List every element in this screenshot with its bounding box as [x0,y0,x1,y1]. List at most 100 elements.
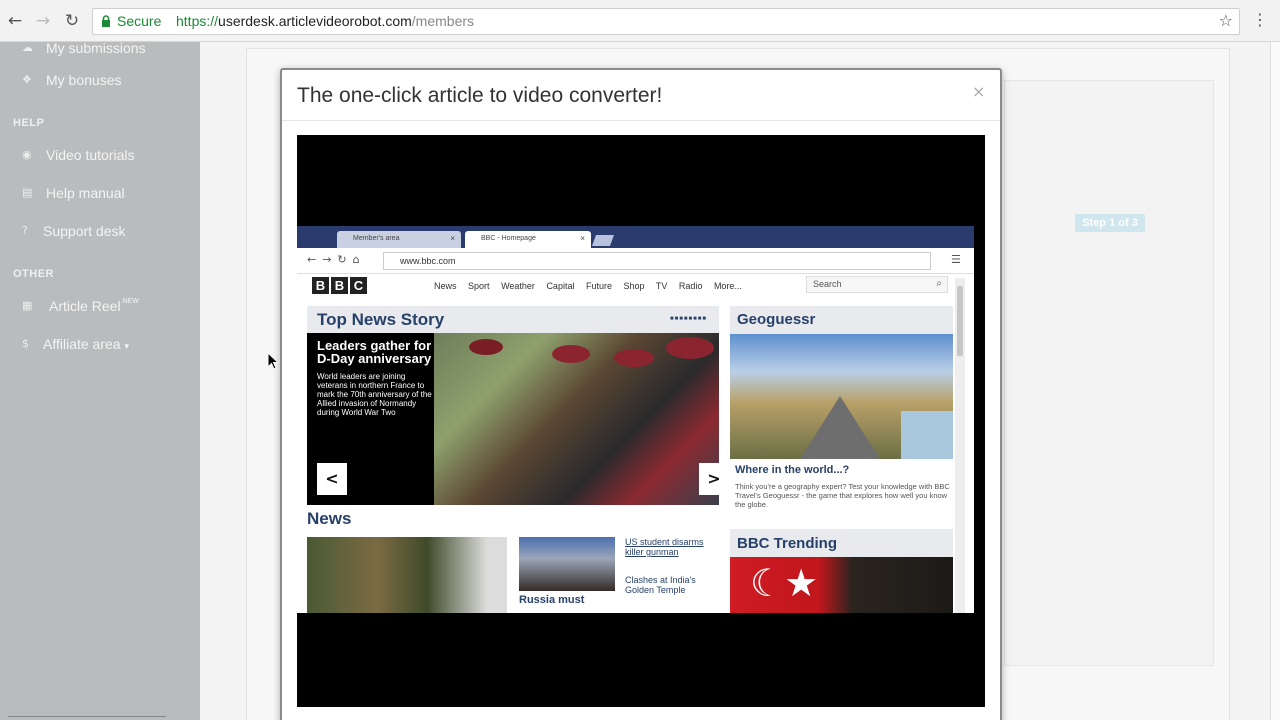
bookmark-star-icon[interactable]: ☆ [1219,11,1233,30]
tab-label: BBC - Homepage [481,235,536,242]
top-news-story: Leaders gather for D-Day anniversary Wor… [307,333,729,505]
sidebar-item-video-tutorials[interactable]: ◉ Video tutorials [0,139,200,173]
bbc-search: Search ⌕ [806,276,948,293]
sidebar-item-label: My bonuses [46,72,122,88]
film-icon: ▦ [22,299,33,312]
sidebar-heading-help: HELP [13,117,45,129]
lock-icon [102,15,110,27]
sidebar-item-help-manual[interactable]: ▤ Help manual [0,177,200,211]
close-icon: × [580,234,585,243]
modal-divider [282,120,1000,121]
turkish-flag-icon: ☾★ [750,561,819,605]
video-tab-bbc: BBC - Homepage × [465,231,591,248]
close-icon: × [450,234,455,243]
url-path: /members [411,13,475,29]
bbc-menu-item: Sport [468,281,490,291]
top-news-headline: Leaders gather for D-Day anniversary [317,338,432,366]
news-photo-meeting [519,537,615,591]
url-scheme: https:// [176,13,219,29]
sidebar-item-label: Help manual [46,185,125,201]
sidebar-item-label: Support desk [43,223,126,239]
address-bar[interactable]: Secure https://userdesk.articlevideorobo… [92,8,1240,35]
carousel-prev-icon: < [317,463,347,495]
bbc-menu-item: News [434,281,457,291]
sidebar-item-my-bonuses[interactable]: ❖ My bonuses [0,64,200,98]
bbc-menu-item: Weather [501,281,535,291]
modal-title: The one-click article to video converter… [297,84,663,107]
geoguessr-subheading: Where in the world...? [735,464,850,476]
sidebar-item-article-reel[interactable]: ▦ Article Reel NEW [0,290,200,324]
trending-header: BBC Trending [730,529,953,557]
beret-shape [469,339,503,355]
sidebar-heading-other: OTHER [13,268,54,280]
cloud-upload-icon: ☁ [22,41,33,54]
road-shape [800,396,880,459]
caret-down-icon: ▾ [124,341,129,351]
back-icon[interactable]: ← [4,10,26,32]
close-button[interactable]: × [972,82,985,101]
beret-shape [552,345,590,363]
bbc-nav: BBC News Sport Weather Capital Future Sh… [297,274,965,298]
bbc-menu-item: Future [585,281,612,291]
trending-photo: ☾★ [730,557,953,613]
dollar-icon: $ [22,337,29,350]
bbc-logo: BBC [312,277,369,294]
gift-icon: ❖ [22,73,32,86]
trending-heading: BBC Trending [737,535,837,552]
new-badge: NEW [122,298,139,305]
logo-letter: C [350,277,367,294]
scrollbar-thumb [957,286,963,356]
reload-icon[interactable]: ↻ [61,10,83,32]
mouse-cursor-icon [267,352,279,370]
browser-menu-icon[interactable]: ⋮ [1252,10,1268,29]
bbc-menu: News Sport Weather Capital Future Shop T… [434,281,751,291]
url-text: https://userdesk.articlevideorobot.com/m… [176,13,474,29]
tab-label: Member's area [353,235,400,242]
video-tab-strip: Member's area × BBC - Homepage × [297,226,974,248]
play-circle-icon: ◉ [22,148,32,161]
video-frame-browser: Member's area × BBC - Homepage × ←→↻⌂ www.… [297,226,974,613]
bbc-menu-item: Shop [623,281,645,291]
beret-shape [666,337,714,359]
sidebar-item-my-submissions[interactable]: ☁ My submissions [0,32,200,66]
geoguessr-heading: Geoguessr [737,311,816,328]
video-address-bar: ←→↻⌂ www.bbc.com ☰ [297,248,974,274]
bbc-menu-item: More... [713,281,742,291]
sidebar-item-label: Video tutorials [46,147,135,163]
url-host: userdesk.articlevideorobot.com [218,13,412,29]
sidebar-item-support-desk[interactable]: ? Support desk [0,215,200,249]
sidebar-item-affiliate-area[interactable]: $ Affiliate area ▾ [0,328,200,362]
new-tab-icon [591,235,615,246]
news-link: Clashes at India's Golden Temple [625,575,696,595]
step-badge: Step 1 of 3 [1075,214,1145,232]
beret-shape [614,349,654,367]
news-heading: News [307,509,352,528]
top-news-text: Leaders gather for D-Day anniversary Wor… [317,339,432,417]
video-url-field: www.bbc.com [383,252,931,270]
secure-label: Secure [117,13,162,29]
sidebar-bottom-divider [8,716,166,720]
bbc-menu-item: Capital [546,281,575,291]
top-news-header: Top News Story ■■■■■■■■ [307,306,719,334]
affiliate-area-label: Affiliate area [43,336,121,352]
video-player[interactable]: Member's area × BBC - Homepage × ←→↻⌂ www.… [297,135,985,707]
news-subheadline: Russia must [519,594,585,606]
question-icon: ? [22,224,28,237]
page-scrollbar[interactable] [1270,42,1280,720]
news-photo-soldiers [307,537,507,613]
geoguessr-header: Geoguessr [730,306,953,334]
sidebar-item-label: Article Reel NEW [49,298,139,314]
carousel-next-icon: > [699,463,729,495]
bbc-search-placeholder: Search [813,279,842,289]
logo-letter: B [312,277,329,294]
video-tab-members: Member's area × [337,231,461,248]
top-news-heading: Top News Story [317,310,445,329]
forward-icon[interactable]: → [32,10,54,32]
wizard-panel [1004,80,1214,666]
bbc-menu-item: TV [655,281,668,291]
geoguessr-body: Think you're a geography expert? Test yo… [735,482,950,509]
video-scrollbar [955,278,965,613]
bbc-menu-item: Radio [678,281,703,291]
video-nav-icons: ←→↻⌂ [307,253,366,266]
article-reel-label: Article Reel [49,298,121,314]
